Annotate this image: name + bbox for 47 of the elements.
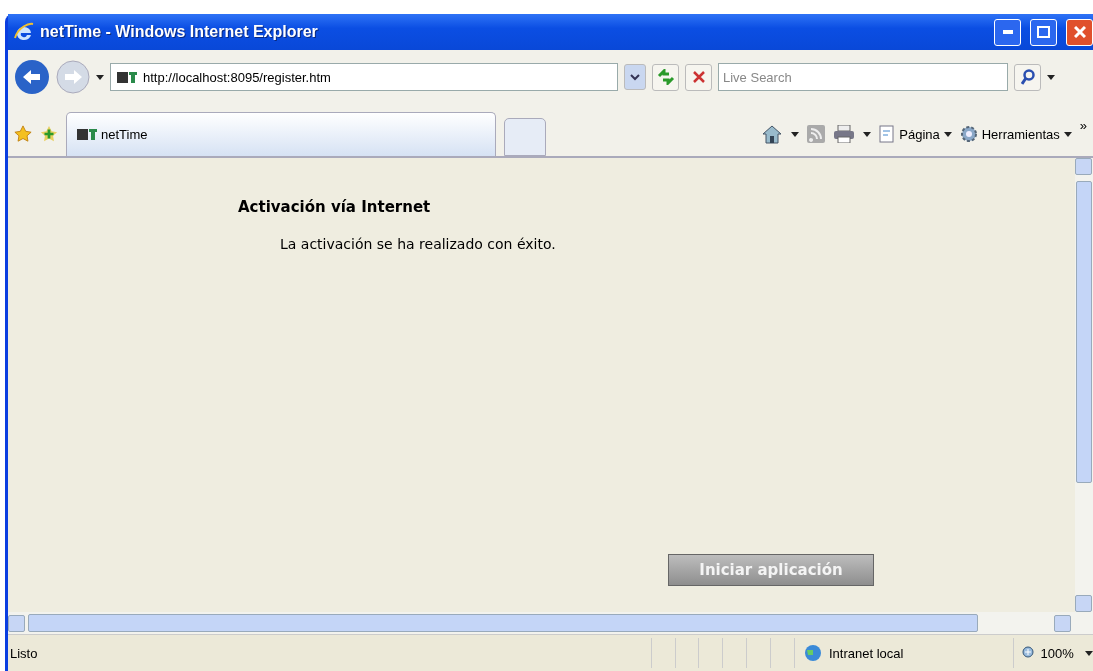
- printer-icon[interactable]: [833, 125, 856, 143]
- refresh-icon: [656, 69, 675, 85]
- caret-icon: [1063, 131, 1072, 137]
- search-options-caret-icon[interactable]: [1047, 74, 1055, 80]
- home-icon[interactable]: [761, 124, 784, 144]
- search-icon: [1020, 69, 1035, 85]
- chevron-down-icon: [630, 73, 640, 81]
- address-field[interactable]: http://localhost:8095/register.htm: [110, 63, 618, 91]
- maximize-button[interactable]: [1030, 18, 1057, 46]
- horizontal-scroll-thumb[interactable]: [28, 614, 978, 632]
- refresh-button[interactable]: [652, 63, 679, 91]
- address-dropdown-button[interactable]: [624, 64, 646, 90]
- caret-icon: [943, 131, 952, 137]
- stop-button[interactable]: [685, 63, 712, 91]
- success-message: La activación se ha realizado con éxito.: [280, 236, 557, 252]
- close-icon: [1073, 26, 1086, 38]
- security-zone: Intranet local: [828, 645, 904, 661]
- home-caret-icon[interactable]: [791, 131, 800, 137]
- stop-icon: [692, 71, 705, 83]
- page-icon: [879, 125, 896, 143]
- status-text: Listo: [9, 645, 39, 661]
- page-menu-button[interactable]: Página: [879, 125, 952, 143]
- minimize-icon: [1002, 30, 1013, 34]
- back-icon[interactable]: [14, 59, 50, 95]
- minimize-button[interactable]: [994, 18, 1021, 46]
- zoom-icon: [1022, 646, 1037, 660]
- tools-menu-button[interactable]: Herramientas: [959, 125, 1072, 143]
- search-button[interactable]: [1014, 63, 1041, 91]
- maximize-icon: [1037, 26, 1050, 38]
- gear-icon: [959, 125, 978, 143]
- caret-icon: [1084, 650, 1093, 656]
- search-field[interactable]: Live Search: [718, 63, 1008, 91]
- close-button[interactable]: [1066, 18, 1093, 46]
- overflow-chevron[interactable]: »: [1079, 118, 1087, 133]
- page-heading: Activación vía Internet: [238, 198, 432, 216]
- print-caret-icon[interactable]: [863, 131, 872, 137]
- add-favorite-icon[interactable]: [40, 125, 58, 143]
- globe-icon: [802, 644, 823, 662]
- site-icon: [77, 129, 97, 140]
- favorites-star-icon[interactable]: [14, 125, 32, 143]
- browser-logo-icon: [14, 22, 34, 42]
- dropdown-caret-icon[interactable]: [96, 74, 104, 80]
- vertical-scroll-thumb[interactable]: [1076, 181, 1092, 483]
- browser-tab[interactable]: netTime: [66, 112, 496, 156]
- zoom-control[interactable]: 100%: [1013, 638, 1093, 668]
- site-icon: [117, 71, 137, 83]
- window-title: netTime - Windows Internet Explorer: [40, 23, 318, 41]
